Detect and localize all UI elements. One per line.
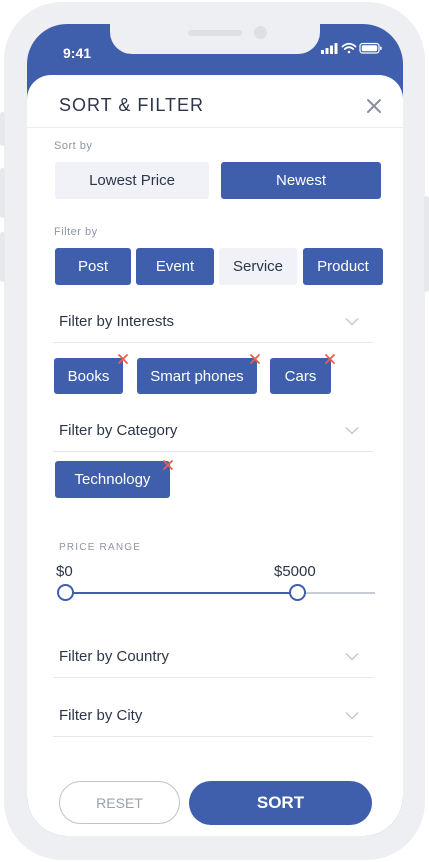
interest-chip-smart-phones: Smart phones	[137, 358, 257, 394]
sort-by-label: Sort by	[54, 140, 93, 152]
sheet-title: SORT & FILTER	[59, 95, 205, 115]
interest-chip-cars: Cars	[270, 358, 331, 394]
chevron-down-icon	[345, 712, 359, 720]
phone-side-button	[0, 112, 5, 146]
chip-label: Technology	[74, 471, 151, 488]
sort-button[interactable]: SORT	[189, 781, 372, 825]
price-range-label: PRICE RANGE	[59, 542, 142, 553]
sort-filter-sheet: SORT & FILTER Sort by Lowest Price Newes…	[27, 75, 403, 836]
remove-chip-icon[interactable]	[325, 354, 335, 364]
remove-chip-icon[interactable]	[163, 460, 173, 470]
chevron-down-icon	[345, 318, 359, 326]
phone-side-button	[0, 232, 5, 282]
remove-chip-icon[interactable]	[118, 354, 128, 364]
category-chip-technology: Technology	[55, 461, 170, 498]
signal-icon	[321, 43, 338, 54]
phone-screen: 9:41 SORT & FILTER Sort by Lowest Price …	[27, 24, 403, 836]
chevron-down-icon	[345, 427, 359, 435]
price-min-value: $0	[56, 563, 73, 580]
price-min-handle[interactable]	[56, 584, 74, 601]
price-max-value: $5000	[274, 563, 316, 580]
chip-label: Smart phones	[150, 367, 244, 385]
header-divider	[27, 127, 403, 128]
interest-chip-books: Books	[54, 358, 123, 394]
filter-by-label: Filter by	[54, 226, 98, 238]
interests-dropdown-label: Filter by Interests	[59, 313, 175, 330]
sort-option-lowest-price[interactable]: Lowest Price	[55, 162, 209, 199]
price-max-handle[interactable]	[289, 584, 306, 601]
camera	[254, 26, 267, 39]
status-time: 9:41	[63, 45, 92, 61]
category-dropdown[interactable]: Filter by Category	[53, 408, 373, 452]
notch	[110, 24, 320, 54]
sort-option-newest[interactable]: Newest	[221, 162, 381, 199]
category-dropdown-label: Filter by Category	[59, 422, 178, 439]
filter-option-service[interactable]: Service	[219, 248, 297, 285]
chip-label: Cars	[284, 367, 317, 385]
filter-option-post[interactable]: Post	[55, 248, 131, 285]
close-icon[interactable]	[365, 97, 383, 115]
wifi-icon	[341, 42, 357, 54]
country-dropdown[interactable]: Filter by Country	[53, 634, 373, 678]
city-dropdown-label: Filter by City	[59, 707, 143, 724]
filter-option-product[interactable]: Product	[303, 248, 383, 285]
phone-side-button	[0, 168, 5, 218]
chevron-down-icon	[345, 653, 359, 661]
status-icons	[321, 42, 382, 54]
city-dropdown[interactable]: Filter by City	[53, 693, 373, 737]
speaker	[188, 30, 242, 36]
chip-label: Books	[67, 367, 110, 385]
filter-option-event[interactable]: Event	[136, 248, 214, 285]
phone-side-button	[424, 196, 429, 292]
price-slider-fill	[65, 592, 298, 594]
remove-chip-icon[interactable]	[250, 354, 260, 364]
battery-icon	[359, 42, 382, 54]
reset-button[interactable]: RESET	[59, 781, 180, 824]
country-dropdown-label: Filter by Country	[59, 648, 170, 665]
interests-dropdown[interactable]: Filter by Interests	[53, 299, 373, 343]
